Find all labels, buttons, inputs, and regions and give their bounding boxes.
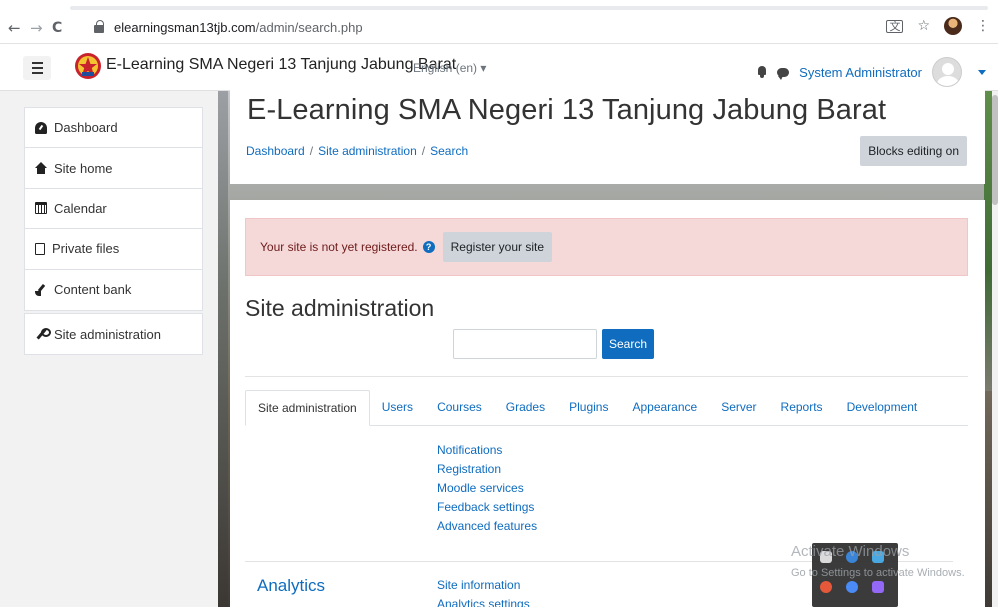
drawer-item-dashboard[interactable]: Dashboard (25, 108, 202, 149)
link-feedback-settings[interactable]: Feedback settings (437, 499, 537, 515)
drawer-item-label: Content bank (54, 282, 132, 298)
breadcrumb-dashboard[interactable]: Dashboard (246, 144, 305, 158)
tab-plugins[interactable]: Plugins (557, 389, 620, 425)
lock-icon[interactable] (94, 20, 106, 34)
url-host: elearningsman13tjb.com (114, 19, 256, 35)
divider (245, 376, 968, 377)
avatar[interactable] (932, 57, 962, 87)
site-name-link[interactable]: E-Learning SMA Negeri 13 Tanjung Jabung … (106, 56, 456, 74)
caret-down-icon[interactable] (978, 69, 986, 75)
tab-courses[interactable]: Courses (425, 389, 494, 425)
link-moodle-services[interactable]: Moodle services (437, 480, 537, 496)
activate-windows-watermark: Activate Windows (791, 543, 910, 560)
drawer-admin-list: Site administration (24, 313, 203, 356)
breadcrumb-site-administration[interactable]: Site administration (318, 144, 417, 158)
search-button[interactable]: Search (602, 329, 654, 359)
nav-drawer: Dashboard Site home Calendar Private fil… (0, 91, 218, 607)
profile-icon[interactable] (944, 17, 962, 35)
address-bar[interactable]: elearningsman13tjb.com/admin/search.php (94, 16, 974, 38)
tab-reports[interactable]: Reports (769, 389, 835, 425)
link-site-information[interactable]: Site information (437, 577, 530, 593)
browser-actions: 文 ☆ ⋮ (886, 17, 990, 35)
help-icon[interactable]: ? (422, 241, 435, 253)
tray-pen-icon[interactable] (872, 581, 884, 593)
page-title: E-Learning SMA Negeri 13 Tanjung Jabung … (247, 94, 887, 126)
analytics-heading-link[interactable]: Analytics (257, 576, 325, 596)
general-links: Notifications Registration Moodle servic… (437, 442, 537, 534)
link-registration[interactable]: Registration (437, 461, 537, 477)
blocks-editing-button[interactable]: Blocks editing on (860, 136, 967, 166)
drawer-item-label: Private files (52, 241, 120, 257)
bookmark-star-icon[interactable]: ☆ (917, 18, 930, 34)
back-icon[interactable]: ← (8, 20, 21, 36)
school-logo-icon[interactable] (74, 52, 102, 80)
page-scrollbar[interactable] (992, 91, 998, 607)
registration-alert: Your site is not yet registered. ? Regis… (245, 218, 968, 276)
tab-server[interactable]: Server (709, 389, 768, 425)
browser-menu-icon[interactable]: ⋮ (976, 18, 990, 34)
drawer-item-site-administration[interactable]: Site administration (25, 314, 202, 354)
drawer-item-site-home[interactable]: Site home (25, 148, 202, 189)
link-analytics-settings[interactable]: Analytics settings (437, 596, 530, 607)
link-advanced-features[interactable]: Advanced features (437, 518, 537, 534)
chat-icon[interactable] (777, 67, 790, 80)
tab-appearance[interactable]: Appearance (620, 389, 709, 425)
breadcrumb-separator: / (421, 144, 426, 158)
reload-icon[interactable]: C (52, 20, 62, 36)
drawer-item-calendar[interactable]: Calendar (25, 189, 202, 230)
browser-toolbar: ← → C elearningsman13tjb.com/admin/searc… (0, 0, 998, 44)
user-area: System Administrator (757, 57, 986, 87)
tray-shield-icon[interactable] (846, 581, 858, 593)
forward-icon[interactable]: → (30, 20, 43, 36)
breadcrumb-search[interactable]: Search (430, 144, 468, 158)
drawer-item-private-files[interactable]: Private files (25, 229, 202, 270)
breadcrumb-separator: / (309, 144, 314, 158)
page-header: E-Learning SMA Negeri 13 Tanjung Jabung … (230, 88, 985, 184)
file-icon (35, 242, 45, 255)
browser-tab[interactable] (70, 6, 988, 10)
drawer-nav-list: Dashboard Site home Calendar Private fil… (24, 107, 203, 311)
alert-text: Your site is not yet registered. (260, 240, 418, 254)
brush-icon (35, 284, 47, 296)
dashboard-icon (35, 121, 47, 134)
calendar-icon (35, 202, 47, 215)
drawer-item-label: Site home (54, 160, 113, 176)
tab-development[interactable]: Development (835, 389, 930, 425)
user-menu-name[interactable]: System Administrator (799, 65, 922, 80)
analytics-links: Site information Analytics settings (437, 577, 530, 607)
tab-site-administration[interactable]: Site administration (245, 390, 370, 426)
url-path: /admin/search.php (255, 19, 363, 35)
drawer-item-content-bank[interactable]: Content bank (25, 270, 202, 310)
home-icon (35, 162, 47, 175)
site-navbar: E-Learning SMA Negeri 13 Tanjung Jabung … (0, 44, 998, 91)
link-notifications[interactable]: Notifications (437, 442, 537, 458)
hamburger-icon[interactable] (23, 56, 51, 80)
section-title: Site administration (245, 295, 435, 321)
language-menu[interactable]: English (en) ▾ (413, 61, 486, 75)
activate-windows-subtext: Go to Settings to activate Windows. (791, 567, 965, 579)
browser-tab-strip (0, 0, 998, 10)
background-post (218, 91, 228, 607)
drawer-item-label: Calendar (54, 200, 107, 216)
drawer-item-label: Dashboard (54, 120, 118, 136)
translate-icon[interactable]: 文 (886, 19, 904, 33)
tray-antivirus-icon[interactable] (820, 581, 832, 593)
register-site-button[interactable]: Register your site (442, 232, 553, 262)
admin-search-input[interactable] (453, 329, 597, 359)
admin-tabs: Site administration Users Courses Grades… (245, 390, 968, 426)
bell-icon[interactable] (757, 66, 767, 78)
tab-grades[interactable]: Grades (494, 389, 557, 425)
tab-users[interactable]: Users (370, 389, 425, 425)
breadcrumb: Dashboard / Site administration / Search (246, 144, 468, 158)
wrench-icon (35, 328, 51, 340)
scrollbar-thumb[interactable] (992, 95, 998, 205)
drawer-item-label: Site administration (54, 326, 161, 342)
